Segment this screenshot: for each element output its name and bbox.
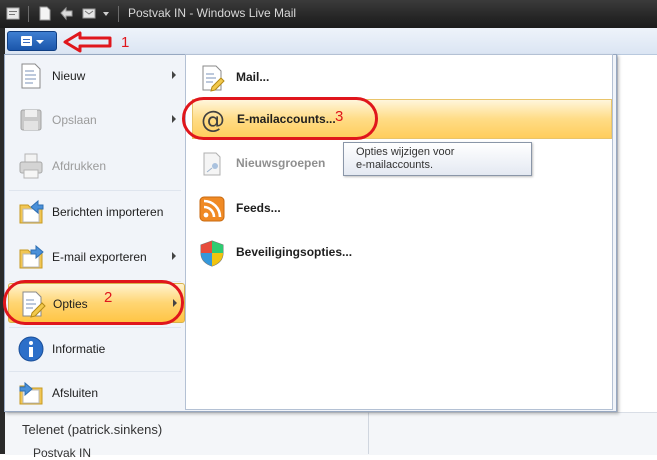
menu-document-icon <box>21 36 32 46</box>
submenu-item-label: Mail... <box>236 70 270 84</box>
submenu-arrow-icon <box>172 252 176 260</box>
title-bar: Postvak IN - Windows Live Mail <box>0 0 657 28</box>
submenu-item-mail[interactable]: Mail... <box>192 58 612 98</box>
send-receive-icon[interactable] <box>82 6 96 21</box>
annotation-oval-email-accounts <box>182 97 378 140</box>
info-icon <box>18 336 44 362</box>
menu-item-berichten-importeren[interactable]: Berichten importeren <box>8 192 185 232</box>
submenu-item-label: Nieuwsgroepen <box>236 156 326 170</box>
menu-item-email-exporteren[interactable]: E-mail exporteren <box>8 237 185 277</box>
customize-toolbar-dropdown-icon[interactable] <box>101 6 111 21</box>
folder-account[interactable]: Telenet (patrick.sinkens) <box>22 422 162 437</box>
menu-item-label: Afdrukken <box>52 159 107 173</box>
exit-folder-icon <box>19 381 43 405</box>
annotation-arrow <box>63 31 112 53</box>
export-folder-icon <box>19 244 44 269</box>
pane-divider <box>368 412 369 454</box>
security-shield-icon <box>200 240 224 267</box>
printer-icon <box>19 153 43 179</box>
menu-item-afsluiten[interactable]: Afsluiten <box>8 373 185 413</box>
menu-item-label: Berichten importeren <box>52 205 164 219</box>
menu-item-nieuw[interactable]: Nieuw <box>8 56 185 96</box>
annotation-oval-opties <box>3 280 184 325</box>
submenu-item-beveiligingsopties[interactable]: Beveiligingsopties... <box>192 233 612 273</box>
tooltip-line: Opties wijzigen voor <box>356 146 455 158</box>
submenu-arrow-icon <box>172 71 176 79</box>
menu-item-label: E-mail exporteren <box>52 250 147 264</box>
window-title: Postvak IN - Windows Live Mail <box>128 6 297 20</box>
submenu-item-feeds[interactable]: Feeds... <box>192 189 612 229</box>
menu-item-label: Afsluiten <box>52 386 99 400</box>
annotation-step-1: 1 <box>121 34 130 51</box>
save-disk-icon <box>20 109 42 131</box>
annotation-step-3: 3 <box>335 108 344 125</box>
menu-item-afdrukken[interactable]: Afdrukken <box>8 146 185 186</box>
toolbar-separator <box>118 6 119 22</box>
app-menu-commands: Nieuw Opslaan Afdrukken Berichten import… <box>5 55 185 411</box>
menu-item-label: Informatie <box>52 342 106 356</box>
tooltip-line: e-mailaccounts. <box>356 159 434 171</box>
mail-options-icon <box>202 65 225 92</box>
app-menu-button[interactable] <box>7 31 57 51</box>
import-folder-icon <box>19 199 44 224</box>
app-icon <box>6 7 20 20</box>
menu-separator <box>9 190 181 191</box>
tooltip: Opties wijzigen voor e-mailaccounts. <box>343 142 532 176</box>
menu-item-label: Nieuw <box>52 69 86 83</box>
submenu-item-label: Feeds... <box>236 201 281 215</box>
new-document-icon <box>21 63 41 89</box>
rss-feed-icon <box>199 196 225 222</box>
menu-item-label: Opslaan <box>52 113 97 127</box>
submenu-item-label: Beveiligingsopties... <box>236 245 353 259</box>
toolbar-separator <box>28 6 29 22</box>
annotation-step-2: 2 <box>104 289 113 306</box>
folder-inbox[interactable]: Postvak IN <box>33 446 91 460</box>
menu-item-opslaan[interactable]: Opslaan <box>8 100 185 140</box>
chevron-down-icon <box>36 40 44 44</box>
menu-separator <box>9 371 181 372</box>
newsgroups-icon <box>203 152 221 176</box>
reply-icon[interactable] <box>60 6 74 21</box>
menu-item-informatie[interactable]: Informatie <box>8 329 185 369</box>
submenu-arrow-icon <box>172 115 176 123</box>
new-message-icon[interactable] <box>38 6 52 21</box>
menu-separator <box>9 327 181 328</box>
pane-divider <box>617 55 618 454</box>
